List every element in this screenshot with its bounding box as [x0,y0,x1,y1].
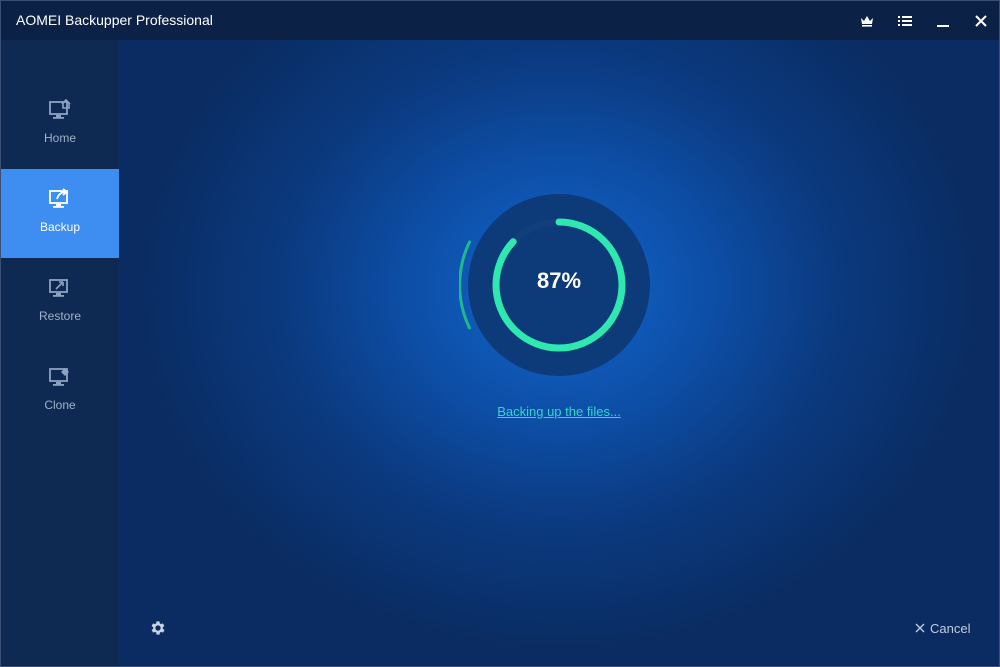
upgrade-button[interactable] [853,7,881,35]
sidebar-item-label: Clone [44,398,76,412]
close-button[interactable] [967,7,995,35]
sidebar-item-home[interactable]: Home [1,80,119,169]
menu-button[interactable] [891,7,919,35]
progress-ring: 87% [458,185,659,385]
sidebar-item-label: Restore [38,309,82,323]
sidebar-item-clone[interactable]: Clone [1,347,119,436]
home-icon [49,98,71,119]
cancel-label: Cancel [930,620,971,636]
close-icon [975,15,987,27]
main-panel: 87% Backing up the files... Cancel [119,40,999,666]
status-link[interactable]: Backing up the files... [459,404,659,419]
minimize-button[interactable] [929,7,957,35]
sidebar-item-label: Backup [39,220,81,234]
close-icon [915,623,925,633]
crown-icon [861,16,873,27]
sidebar: Home Backup Restore Clone [1,40,119,666]
restore-icon [49,279,68,297]
backup-icon [49,188,69,208]
window-title: AOMEI Backupper Professional [16,12,213,28]
progress-percent: 87% [536,268,582,293]
settings-button[interactable] [149,619,167,637]
title-bar: AOMEI Backupper Professional [1,1,999,40]
clone-icon [49,368,69,386]
sidebar-item-restore[interactable]: Restore [1,258,119,347]
sidebar-item-label: Home [43,131,76,145]
cancel-button[interactable]: Cancel [915,620,970,636]
sidebar-item-backup[interactable]: Backup [1,169,119,258]
minimize-icon [937,25,949,27]
app-window: AOMEI Backupper Professional Home Backup… [0,0,1000,667]
menu-icon [898,16,912,26]
gear-icon [151,621,165,635]
